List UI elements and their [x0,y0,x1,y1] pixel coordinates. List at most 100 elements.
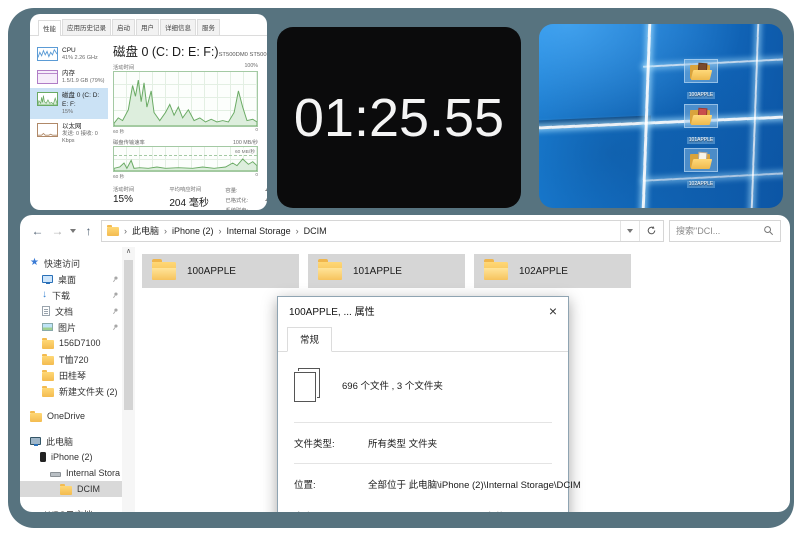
folder-icon [42,385,54,397]
breadcrumb-chevron-icon: › [164,225,168,236]
folder-tile-label: 102APPLE [519,265,568,277]
sidebar-item-quick-access[interactable]: ★ 快速访问 [20,255,122,271]
sidebar-item-dcim[interactable]: DCIM [20,481,122,497]
tab-general[interactable]: 常规 [287,327,333,352]
desktop-icon-102apple[interactable]: 102APPLE [678,148,724,190]
dialog-tab-bar: 常规 [278,324,568,352]
dialog-row-size: 大小: 0.98 GB (1,059,189,687.00 字节) [294,500,552,512]
sidebar-item-this-pc[interactable]: 此电脑 [20,433,122,449]
breadcrumb-chevron-icon: › [218,225,222,236]
sidebar-item-wps-cloud[interactable]: ☁WPS云文档 [20,506,122,513]
transfer-rate-x-left: 60 秒 [113,175,125,180]
perf-item-ethernet[interactable]: 以太网 发送: 0 接收: 0 Kbps [30,119,108,148]
desktop-icon-label: 100APPLE [686,92,716,99]
transfer-rate-x-right: 0 [255,173,258,178]
tab-users[interactable]: 用户 [136,19,159,35]
disk-detail-pane: 磁盘 0 (C: D: E: F:) ST500DM0 ST500D... 活动… [108,36,267,210]
close-icon[interactable]: × [549,304,557,318]
history-caret-icon[interactable] [70,228,76,233]
breadcrumb-iphone[interactable]: iPhone (2) [172,226,214,236]
folder-icon [42,353,54,365]
dialog-title: 100APPLE, ... 属性 [289,307,375,318]
refresh-button[interactable] [639,220,663,241]
ethernet-graph-icon [37,123,58,138]
tab-details[interactable]: 详细信息 [160,19,196,35]
file-explorer-window: ← → ↑ › 此电脑 › iPhone (2) › Internal Stor… [20,215,790,512]
folder-icon [107,225,119,236]
sidebar-item-156d7100[interactable]: 156D7100 [20,335,122,351]
pin-icon [113,324,118,331]
phone-icon [40,452,46,462]
pin-icon [113,292,118,299]
open-folder-icon [690,62,712,80]
dialog-summary-text: 696 个文件 , 3 个文件夹 [342,381,443,392]
folder-tile-102apple[interactable]: 102APPLE [474,254,631,288]
tab-startup[interactable]: 启动 [112,19,135,35]
tab-performance[interactable]: 性能 [38,20,61,36]
desktop-panel: 100APPLE 101APPLE 102APPLE [539,24,783,208]
desktop-icon-100apple[interactable]: 100APPLE [678,59,724,101]
star-icon: ★ [30,257,39,268]
sidebar-item-documents[interactable]: 文档 [20,303,122,319]
folder-icon [60,483,72,495]
dialog-row-filetype: 文件类型: 所有类型 文件夹 [294,439,438,450]
sidebar-item-pictures[interactable]: 图片 [20,319,122,335]
active-time-x-left: 60 秒 [113,130,125,135]
folder-icon [484,259,508,280]
address-bar: ← → ↑ › 此电脑 › iPhone (2) › Internal Stor… [20,215,790,246]
perf-item-cpu[interactable]: CPU 41% 2.26 GHz [30,43,108,66]
breadcrumb-dcim[interactable]: DCIM [304,226,327,236]
sidebar-item-internal-storage[interactable]: Internal Stora [20,465,122,481]
sixty-mb-label: 60 MB/秒 [235,148,255,155]
desktop-icon-label: 101APPLE [686,137,716,144]
breadcrumb-chevron-icon: › [295,225,299,236]
perf-sidebar: CPU 41% 2.26 GHz 内存 1.5/1.9 GB (79%) 磁盘 0 … [30,36,108,210]
up-icon[interactable]: ↑ [81,224,96,238]
breadcrumb-internal-storage[interactable]: Internal Storage [227,226,291,236]
scroll-up-icon[interactable]: ∧ [122,247,135,255]
desktop-icon-101apple[interactable]: 101APPLE [678,104,724,146]
perf-item-disk0[interactable]: 磁盘 0 (C: D: E: F: 15% [30,88,108,120]
folder-icon [42,369,54,381]
disk-graph-icon [37,92,58,107]
breadcrumb-this-pc[interactable]: 此电脑 [132,224,159,237]
stopwatch-time: 01:25.55 [293,87,505,148]
task-manager-window: 性能 应用历史记录 启动 用户 详细信息 服务 CPU 41% 2.26 GHz … [30,14,267,210]
sidebar-item-onedrive[interactable]: OneDrive [20,408,122,424]
folder-tile-label: 101APPLE [353,265,402,277]
picture-icon [42,323,53,331]
search-input[interactable]: 搜索"DCI... [669,219,781,242]
folder-tile-101apple[interactable]: 101APPLE [308,254,465,288]
disk-model: ST500DM0 ST500D... [218,52,267,58]
tab-services[interactable]: 服务 [197,19,220,35]
forward-icon[interactable]: → [50,224,65,238]
sidebar-item-tianguiqin[interactable]: 田桂琴 [20,367,122,383]
stopwatch-panel: 01:25.55 [277,27,521,208]
active-time-chart [113,71,258,127]
sidebar-item-downloads[interactable]: ↓ 下载 [20,287,122,303]
drive-icon [50,472,61,477]
sidebar-item-desktop[interactable]: 桌面 [20,271,122,287]
pc-icon [30,437,41,446]
back-icon[interactable]: ← [30,224,45,238]
divider [294,463,552,464]
scrollbar-thumb[interactable] [124,260,133,410]
desktop-icon-label: 102APPLE [686,181,716,188]
task-manager-tab-bar: 性能 应用历史记录 启动 用户 详细信息 服务 [30,14,267,36]
address-dropdown-button[interactable] [620,220,639,241]
active-time-chart-max: 100% [244,63,258,69]
memory-graph-icon [37,69,58,84]
folder-tile-100apple[interactable]: 100APPLE [142,254,299,288]
sidebar-scrollbar[interactable]: ∧ [122,247,135,512]
sidebar-item-t720[interactable]: T恤720 [20,351,122,367]
open-folder-icon [690,151,712,169]
folder-tile-label: 100APPLE [187,265,236,277]
address-box[interactable]: › 此电脑 › iPhone (2) › Internal Storage › … [101,219,664,242]
sidebar-item-iphone[interactable]: iPhone (2) [20,449,122,465]
tab-app-history[interactable]: 应用历史记录 [62,19,111,35]
transfer-rate-chart: 60 MB/秒 [113,146,258,172]
pin-icon [113,276,118,283]
sixty-mb-line [114,155,257,156]
sidebar-item-new-folder-2[interactable]: 新建文件夹 (2) [20,383,122,399]
perf-item-memory[interactable]: 内存 1.5/1.9 GB (79%) [30,66,108,89]
